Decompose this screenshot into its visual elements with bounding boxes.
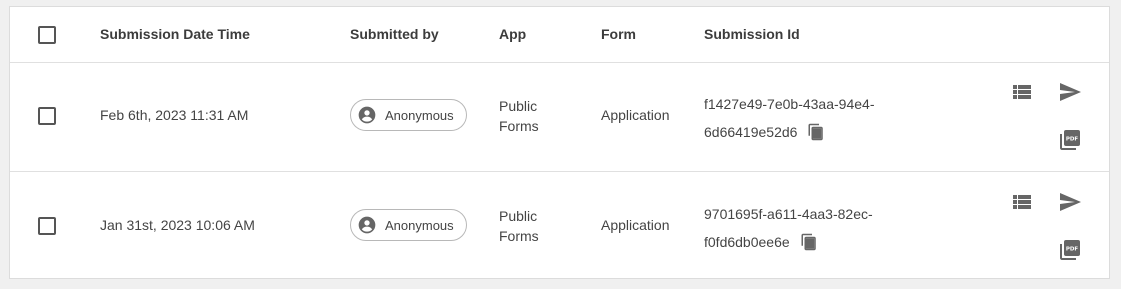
submissions-table: Submission Date Time Submitted by App Fo… — [9, 6, 1110, 279]
submitter-name: Anonymous — [385, 107, 454, 123]
app-name: Public Forms — [499, 96, 579, 136]
form-name: Application — [601, 217, 670, 233]
submission-date: Jan 31st, 2023 10:06 AM — [100, 217, 255, 233]
submission-date: Feb 6th, 2023 11:31 AM — [100, 107, 249, 123]
header-submission-id[interactable]: Submission Id — [704, 26, 800, 42]
header-form[interactable]: Form — [601, 26, 636, 42]
app-name-line2: Forms — [499, 228, 539, 244]
table-row: Feb 6th, 2023 11:31 AM Anonymous Public … — [10, 62, 1109, 172]
view-list-icon[interactable] — [1010, 80, 1034, 104]
submission-id: 9701695f-a611-4aa3-82ec- f0fd6db0ee6e — [704, 200, 873, 256]
table-header-row: Submission Date Time Submitted by App Fo… — [10, 7, 1109, 63]
header-submission-date-time[interactable]: Submission Date Time — [100, 26, 250, 42]
app-name: Public Forms — [499, 206, 579, 246]
header-app[interactable]: App — [499, 26, 526, 42]
row-select-checkbox[interactable] — [38, 107, 56, 125]
svg-text:PDF: PDF — [1066, 247, 1079, 253]
app-name-line1: Public — [499, 98, 538, 114]
pdf-icon[interactable]: PDF — [1058, 238, 1082, 262]
submitter-name: Anonymous — [385, 217, 454, 233]
copy-icon[interactable] — [807, 123, 825, 141]
submission-id-line1: f1427e49-7e0b-43aa-94e4- — [704, 96, 875, 112]
pdf-icon[interactable]: PDF — [1058, 128, 1082, 152]
select-all-checkbox[interactable] — [38, 26, 56, 44]
submission-id-line2: 6d66419e52d6 — [704, 124, 798, 140]
account-circle-icon — [358, 216, 376, 234]
table-row: Jan 31st, 2023 10:06 AM Anonymous Public… — [10, 172, 1109, 281]
send-icon[interactable] — [1058, 80, 1082, 104]
header-submitted-by[interactable]: Submitted by — [350, 26, 439, 42]
app-name-line1: Public — [499, 208, 538, 224]
submitter-chip: Anonymous — [350, 99, 467, 131]
submission-id-line1: 9701695f-a611-4aa3-82ec- — [704, 206, 873, 222]
app-name-line2: Forms — [499, 118, 539, 134]
submitter-chip: Anonymous — [350, 209, 467, 241]
copy-icon[interactable] — [800, 233, 818, 251]
view-list-icon[interactable] — [1010, 190, 1034, 214]
svg-text:PDF: PDF — [1066, 137, 1079, 143]
send-icon[interactable] — [1058, 190, 1082, 214]
submission-id: f1427e49-7e0b-43aa-94e4- 6d66419e52d6 — [704, 90, 874, 146]
account-circle-icon — [358, 106, 376, 124]
row-select-checkbox[interactable] — [38, 217, 56, 235]
submission-id-line2: f0fd6db0ee6e — [704, 234, 790, 250]
form-name: Application — [601, 107, 670, 123]
